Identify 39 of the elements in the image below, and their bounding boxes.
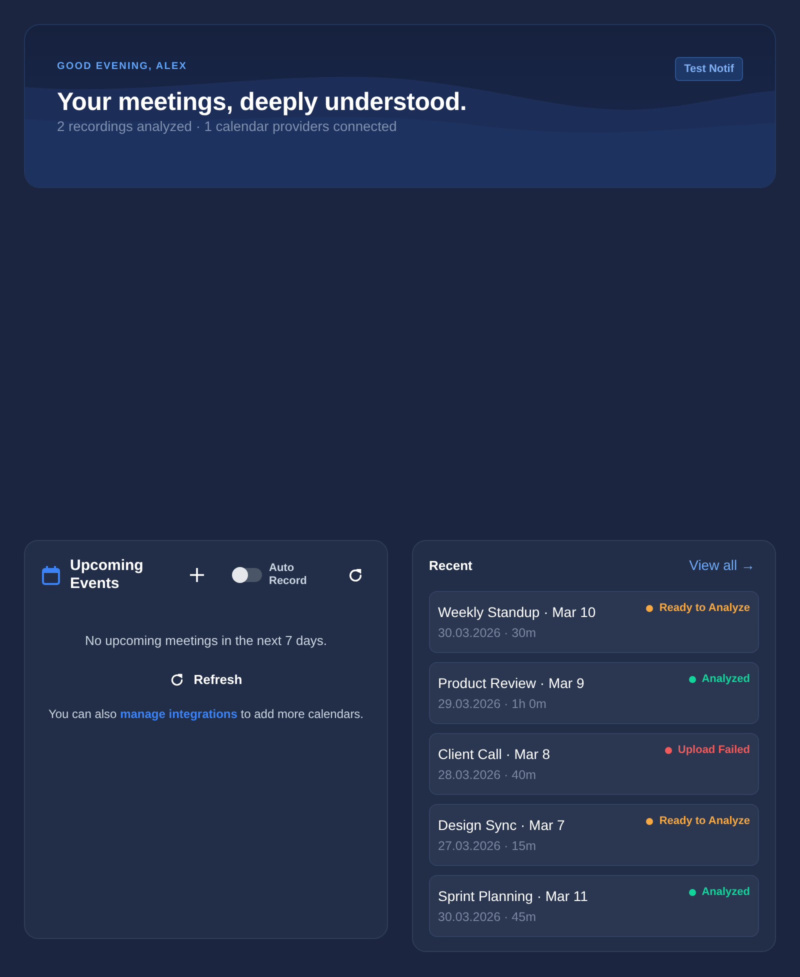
recording-meta: 29.03.2026 · 1h 0m <box>438 697 546 711</box>
refresh-icon <box>170 672 184 686</box>
integrations-hint: You can also manage integrations to add more calendars. <box>47 707 365 721</box>
status-label: Analyzed <box>702 673 750 685</box>
greeting-text: GOOD EVENING, ALEX <box>57 61 188 72</box>
auto-record-label: Auto Record <box>269 562 308 588</box>
recording-title: Client Call · Mar 8 <box>438 746 550 762</box>
upcoming-events-title: Upcoming Events <box>70 557 144 593</box>
view-all-link[interactable]: View all → <box>689 557 755 573</box>
recording-meta: 30.03.2026 · 45m <box>438 910 536 924</box>
status-label: Ready to Analyze <box>659 602 750 614</box>
test-notification-button[interactable]: Test Notif <box>675 57 743 81</box>
recording-item[interactable]: Product Review · Mar 9 29.03.2026 · 1h 0m Analyzed <box>429 662 759 724</box>
recording-meta: 28.03.2026 · 40m <box>438 768 536 782</box>
status-label: Upload Failed <box>678 744 750 756</box>
status-label: Ready to Analyze <box>659 815 750 827</box>
auto-record-toggle[interactable] <box>232 568 262 582</box>
add-event-button[interactable] <box>190 568 204 582</box>
recent-title: Recent <box>429 558 472 572</box>
recording-title: Weekly Standup · Mar 10 <box>438 604 596 620</box>
recording-item[interactable]: Weekly Standup · Mar 10 30.03.2026 · 30m Ready to Analyze <box>429 591 759 653</box>
manage-integrations-link[interactable]: manage integrations <box>120 707 238 721</box>
refresh-icon <box>348 568 363 582</box>
recording-meta: 30.03.2026 · 30m <box>438 626 536 640</box>
refresh-events-button[interactable]: Refresh <box>164 668 248 691</box>
recording-title: Sprint Planning · Mar 11 <box>438 888 588 904</box>
plus-icon <box>190 568 204 582</box>
recording-item[interactable]: Client Call · Mar 8 28.03.2026 · 40m Upload Failed <box>429 733 759 795</box>
recording-meta: 27.03.2026 · 15m <box>438 839 536 853</box>
status-label: Analyzed <box>702 886 750 898</box>
hero-subtitle: 2 recordings analyzed · 1 calendar providers connected <box>57 119 397 134</box>
hero-title: Your meetings, deeply understood. <box>57 88 467 117</box>
recording-title: Design Sync · Mar 7 <box>438 817 565 833</box>
recording-title: Product Review · Mar 9 <box>438 675 584 691</box>
recording-item[interactable]: Sprint Planning · Mar 11 30.03.2026 · 45m Analyzed <box>429 875 759 937</box>
refresh-button[interactable] <box>348 568 363 582</box>
calendar-icon <box>42 566 60 584</box>
recording-item[interactable]: Design Sync · Mar 7 27.03.2026 · 15m Ready to Analyze <box>429 804 759 866</box>
empty-message: No upcoming meetings in the next 7 days. <box>84 633 328 648</box>
